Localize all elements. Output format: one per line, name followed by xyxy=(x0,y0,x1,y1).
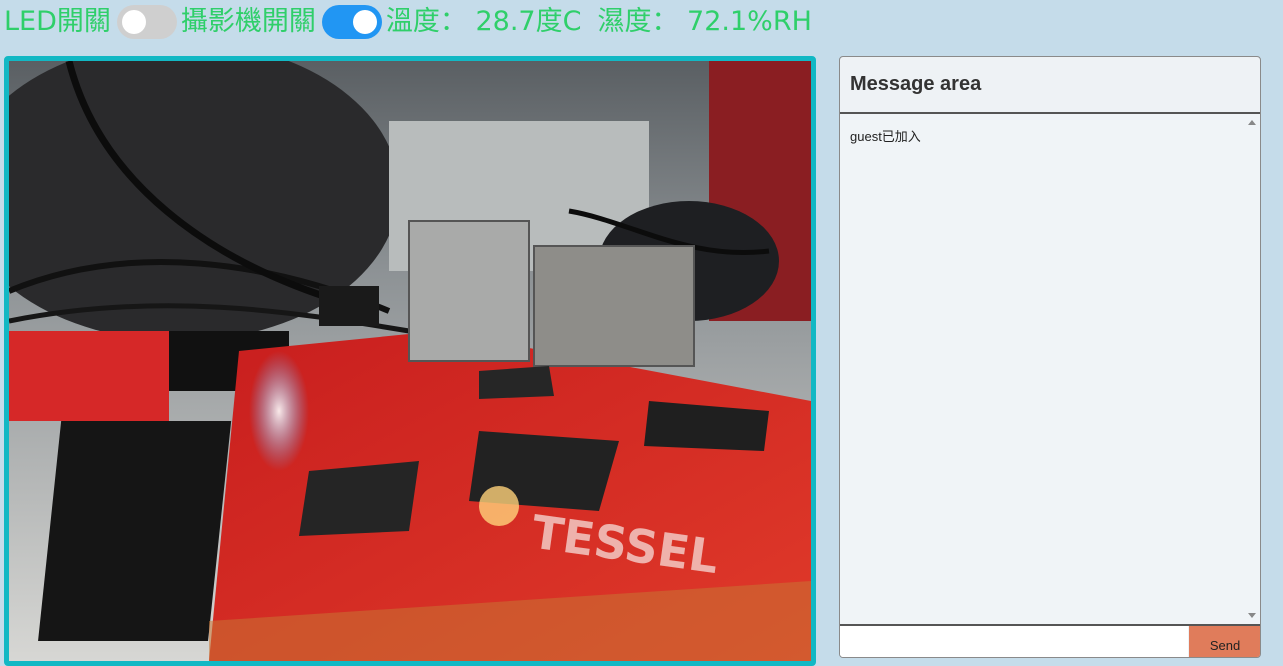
camera-toggle-knob xyxy=(352,10,377,34)
humidity-readout: 濕度： 72.1%RH xyxy=(597,6,812,37)
camera-switch-label: 攝影機開關 xyxy=(180,6,316,37)
message-log[interactable]: guest已加入 xyxy=(840,114,1260,626)
message-panel: Message area guest已加入 Send xyxy=(839,56,1261,658)
camera-stream-image: TESSEL xyxy=(9,61,811,661)
message-log-line: guest已加入 xyxy=(850,129,921,144)
led-switch-label: LED開關 xyxy=(4,6,111,37)
scroll-down-arrow-icon[interactable] xyxy=(1248,613,1256,618)
scroll-up-arrow-icon[interactable] xyxy=(1248,120,1256,125)
control-bar: LED開關 攝影機開關 溫度： 28.7度C 濕度： 72.1%RH xyxy=(4,0,812,44)
camera-stream: TESSEL xyxy=(4,56,816,666)
message-panel-title: Message area xyxy=(840,57,1260,114)
temperature-readout: 溫度： 28.7度C xyxy=(385,6,582,37)
led-toggle-switch[interactable] xyxy=(116,5,177,39)
send-button[interactable]: Send xyxy=(1189,626,1260,657)
led-toggle-knob xyxy=(121,10,146,34)
camera-toggle-switch[interactable] xyxy=(321,5,382,39)
message-input[interactable] xyxy=(840,626,1188,657)
